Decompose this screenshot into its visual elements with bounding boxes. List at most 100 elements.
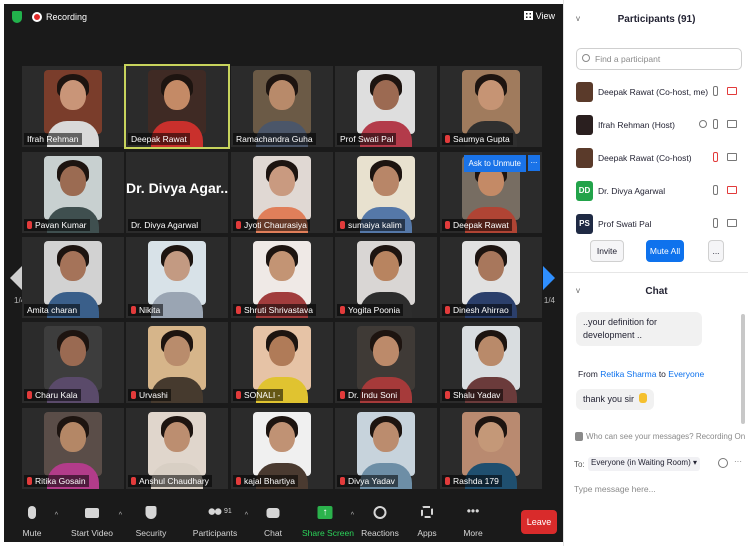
share-screen-label: Share Screen	[302, 528, 354, 538]
video-tile[interactable]: Amita charan	[22, 237, 124, 318]
video-camera-off-icon	[85, 508, 99, 518]
participant-list-name: Prof Swati Pal	[598, 219, 652, 229]
participant-search-input[interactable]: Find a participant	[576, 48, 742, 70]
chevron-up-icon[interactable]: ^	[55, 512, 58, 519]
video-tile[interactable]: Urvashi	[126, 322, 228, 403]
video-tile[interactable]: Dr. Indu Soni	[335, 322, 437, 403]
start-video-button[interactable]: ^ Start Video	[66, 498, 122, 542]
more-button[interactable]: ••• More	[456, 498, 490, 542]
recipient-name[interactable]: Everyone	[668, 369, 704, 379]
previous-page-arrow-icon[interactable]	[10, 266, 22, 290]
participant-name-label: Dr. Indu Soni	[337, 389, 401, 401]
chat-button[interactable]: Chat	[256, 498, 290, 542]
video-off-icon[interactable]	[727, 186, 737, 194]
mute-all-button[interactable]: Mute All	[646, 240, 684, 262]
participant-name-label: Ritika Gosain	[24, 475, 89, 487]
video-camera-icon[interactable]	[727, 219, 737, 227]
more-dots-icon: •••	[466, 504, 480, 518]
recipient-select[interactable]: Everyone (in Waiting Room) ▾	[588, 457, 700, 471]
participant-row[interactable]: DD Dr. Divya Agarwal	[564, 175, 748, 208]
video-tile[interactable]: Yogita Poonia	[335, 237, 437, 318]
participant-name: Saumya Gupta	[453, 134, 510, 144]
microphone-icon[interactable]	[713, 86, 718, 96]
apps-button[interactable]: Apps	[410, 498, 444, 542]
page-indicator-right: 1/4	[543, 296, 555, 305]
chat-more-icon[interactable]: ···	[734, 457, 742, 466]
video-tile[interactable]: SONALI -	[231, 322, 333, 403]
who-can-see-link[interactable]: Who can see your messages? Recording On	[586, 432, 745, 441]
leave-button[interactable]: Leave	[521, 510, 557, 534]
participant-name: sumaiya kalim	[348, 220, 402, 230]
video-tile[interactable]: sumaiya kalim	[335, 152, 437, 233]
video-tile[interactable]: Jyoti Chaurasiya	[231, 152, 333, 233]
participant-row[interactable]: Deepak Rawat (Co-host, me)	[564, 76, 748, 109]
video-tile[interactable]: Dinesh Ahirrao	[440, 237, 542, 318]
participant-row[interactable]: Ifrah Rehman (Host)	[564, 109, 748, 142]
video-tile[interactable]: Ifrah Rehman	[22, 66, 124, 147]
tile-more-button[interactable]: ...	[528, 155, 540, 171]
video-tile[interactable]: Prof Swati Pal	[335, 66, 437, 147]
chat-message-text: thank you sir	[583, 394, 635, 404]
emoji-picker-icon[interactable]	[718, 458, 728, 468]
microphone-icon[interactable]	[713, 185, 718, 195]
participant-row[interactable]: Deepak Rawat (Co-host)	[564, 142, 748, 175]
video-tile[interactable]: Shalu Yadav	[440, 322, 542, 403]
avatar	[576, 82, 593, 102]
participants-count: 91	[224, 508, 232, 515]
ask-to-unmute-button[interactable]: Ask to Unmute	[463, 155, 526, 172]
video-off-icon[interactable]	[727, 87, 737, 95]
to-label: To:	[574, 460, 585, 469]
recording-icon	[32, 12, 42, 22]
next-page-arrow-icon[interactable]	[543, 266, 555, 290]
participant-name-label: Ifrah Rehman	[24, 133, 82, 145]
mute-button[interactable]: ^ Mute	[10, 498, 58, 542]
video-tile[interactable]: Deepak Rawat Ask to Unmute...	[440, 152, 542, 233]
video-tile[interactable]: Anshul Chaudhary	[126, 408, 228, 489]
video-tile[interactable]: Deepak Rawat	[124, 64, 230, 149]
participants-button[interactable]: 91 ^ Participants	[190, 498, 248, 542]
participant-name-label: Rashda 179	[442, 475, 502, 487]
chat-scrollbar[interactable]	[741, 314, 745, 424]
chevron-up-icon[interactable]: ^	[119, 512, 122, 519]
participant-name: Ritika Gosain	[35, 476, 86, 486]
sender-name[interactable]: Retika Sharma	[600, 369, 656, 379]
more-options-button[interactable]: ...	[708, 240, 724, 262]
mic-muted-icon	[445, 221, 450, 229]
chevron-up-icon[interactable]: ^	[351, 512, 354, 519]
security-button[interactable]: Security	[130, 498, 172, 542]
chevron-up-icon[interactable]: ^	[245, 512, 248, 519]
participant-face	[60, 166, 86, 196]
participant-row[interactable]: PS Prof Swati Pal	[564, 208, 748, 241]
reactions-button[interactable]: Reactions	[358, 498, 402, 542]
participant-face	[373, 166, 399, 196]
video-tile[interactable]: Divya Yadav	[335, 408, 437, 489]
microphone-icon[interactable]	[713, 119, 718, 129]
video-tile[interactable]: kajal Bhartiya	[231, 408, 333, 489]
mic-muted-icon[interactable]	[713, 152, 718, 162]
participant-face	[478, 422, 504, 452]
video-tile[interactable]: Pavan Kumar	[22, 152, 124, 233]
video-tile[interactable]: Shruti Shrivastava	[231, 237, 333, 318]
microphone-icon[interactable]	[713, 218, 718, 228]
video-tile[interactable]: Saumya Gupta	[440, 66, 542, 147]
video-tile[interactable]: Ramachandra Guha	[231, 66, 333, 147]
participant-name: Shruti Shrivastava	[244, 305, 313, 315]
view-button[interactable]: View	[523, 11, 555, 21]
participant-name-label: Urvashi	[128, 389, 171, 401]
security-shield-icon[interactable]	[12, 11, 22, 23]
video-tile[interactable]: Dr. Divya Agar... Dr. Divya Agarwal	[126, 152, 228, 233]
video-tile[interactable]: Charu Kala	[22, 322, 124, 403]
participant-name: Prof Swati Pal	[340, 134, 394, 144]
more-label: More	[463, 528, 483, 538]
participant-name-label: SONALI -	[233, 389, 284, 401]
chat-message-input[interactable]: Type message here...	[574, 484, 656, 494]
video-camera-icon[interactable]	[727, 153, 737, 161]
video-tile[interactable]: Rashda 179	[440, 408, 542, 489]
invite-button[interactable]: Invite	[590, 240, 624, 262]
video-camera-icon[interactable]	[727, 120, 737, 128]
video-tile[interactable]: Nikita	[126, 237, 228, 318]
video-tile[interactable]: Ritika Gosain	[22, 408, 124, 489]
share-screen-button[interactable]: ↑ ^ Share Screen	[302, 498, 354, 542]
to-word: to	[658, 369, 666, 379]
participant-face	[164, 336, 190, 366]
